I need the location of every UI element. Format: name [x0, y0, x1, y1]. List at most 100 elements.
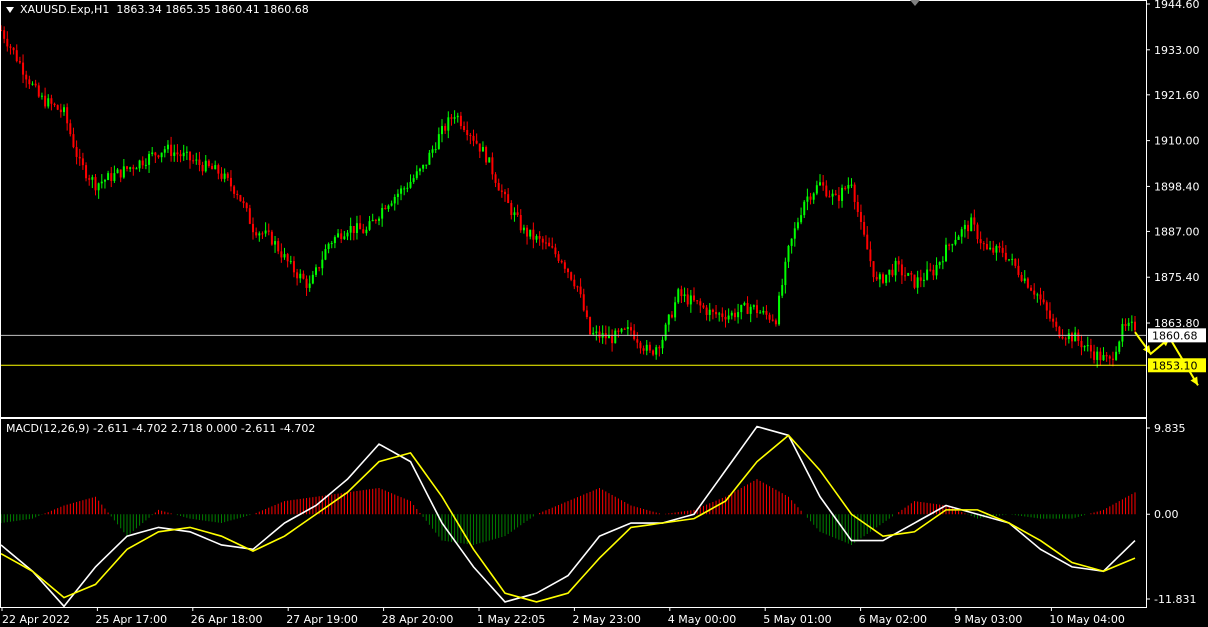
- candle-body: [551, 246, 554, 248]
- candle-body: [579, 286, 582, 295]
- candle-body: [481, 147, 484, 152]
- candle-body: [822, 182, 825, 186]
- candle-body: [412, 178, 415, 182]
- candle-body: [15, 50, 18, 62]
- candle-body: [396, 193, 399, 197]
- candle-body: [406, 187, 409, 189]
- candle-body: [929, 269, 932, 271]
- candle-body: [478, 143, 481, 152]
- candle-body: [469, 135, 472, 137]
- candle-body: [1127, 322, 1130, 327]
- candle-body: [557, 254, 560, 261]
- candle-body: [1111, 358, 1114, 360]
- candle-body: [967, 224, 970, 232]
- candle-body: [378, 218, 380, 221]
- candle-body: [163, 149, 166, 153]
- candle-body: [1099, 351, 1102, 361]
- candle-body: [885, 274, 888, 283]
- candle-body: [229, 177, 232, 187]
- symbol-dropdown-icon[interactable]: [6, 7, 14, 13]
- candle-body: [1130, 321, 1133, 323]
- price-tick-label: 1898.40: [1154, 180, 1200, 193]
- candle-body: [431, 149, 434, 153]
- candle-body: [1026, 278, 1029, 288]
- candle-body: [302, 273, 305, 279]
- candle-body: [800, 215, 803, 223]
- candle-body: [179, 154, 182, 157]
- candle-body: [34, 83, 37, 86]
- candle-body: [330, 243, 333, 245]
- price-tick-label: 1887.00: [1154, 225, 1200, 238]
- candle-body: [576, 286, 579, 288]
- candle-body: [113, 173, 116, 182]
- candle-body: [198, 159, 201, 166]
- candle-body: [94, 177, 97, 191]
- candle-body: [636, 339, 639, 343]
- candle-body: [437, 134, 440, 150]
- candle-body: [844, 187, 847, 189]
- candle-body: [349, 225, 352, 233]
- candle-body: [1089, 345, 1092, 352]
- candle-body: [711, 309, 714, 312]
- candle-body: [954, 239, 957, 245]
- candle-body: [69, 123, 72, 135]
- candle-body: [642, 348, 645, 351]
- candle-body: [22, 62, 25, 75]
- candle-body: [1045, 302, 1048, 311]
- candle-body: [18, 61, 21, 63]
- candle-body: [185, 151, 188, 153]
- candle-body: [790, 238, 793, 246]
- candle-body: [837, 195, 840, 201]
- candle-body: [141, 160, 144, 166]
- candle-body: [614, 330, 617, 344]
- candle-body: [544, 242, 547, 244]
- candle-body: [1023, 278, 1026, 281]
- candle-body: [390, 203, 393, 206]
- candle-body: [831, 193, 834, 197]
- candle-body: [598, 331, 601, 338]
- candle-body: [828, 196, 831, 198]
- candle-body: [311, 274, 314, 284]
- candle-body: [1039, 294, 1042, 300]
- candle-body: [299, 273, 302, 279]
- candle-body: [995, 246, 998, 253]
- chart-canvas[interactable]: 1944.60 1933.00 1921.60 1910.00 1898.40 1887.…: [0, 0, 1208, 627]
- price-tick-label: 1944.60: [1154, 0, 1200, 11]
- candle-body: [100, 181, 103, 184]
- candle-body: [749, 306, 752, 314]
- candle-body: [582, 294, 585, 311]
- candle-body: [28, 79, 31, 85]
- candle-body: [355, 223, 358, 233]
- candle-body: [554, 247, 557, 255]
- candle-body: [674, 302, 677, 318]
- candle-body: [255, 232, 258, 236]
- candle-body: [374, 219, 377, 221]
- time-tick-label: 5 May 01:00: [763, 613, 831, 626]
- candle-body: [661, 339, 664, 349]
- candle-body: [982, 243, 985, 245]
- candle-body: [409, 181, 412, 188]
- candle-body: [595, 331, 598, 333]
- candle-body: [743, 303, 746, 305]
- candle-body: [1096, 351, 1099, 360]
- candle-body: [154, 152, 157, 156]
- candle-body: [1001, 247, 1004, 253]
- candle-body: [494, 174, 497, 183]
- candle-body: [989, 247, 992, 250]
- candle-body: [620, 328, 623, 332]
- candle-body: [891, 269, 894, 276]
- candle-body: [267, 230, 270, 232]
- candle-body: [277, 241, 280, 252]
- candle-body: [529, 229, 532, 237]
- candle-body: [122, 166, 125, 178]
- candle-body: [589, 317, 592, 335]
- candle-body: [59, 109, 62, 113]
- candle-body: [664, 324, 667, 340]
- candle-body: [148, 153, 151, 165]
- candle-body: [422, 165, 425, 169]
- candle-body: [945, 244, 947, 262]
- candle-body: [63, 107, 65, 113]
- candle-body: [217, 165, 220, 174]
- price-tick-label: 1875.40: [1154, 271, 1200, 284]
- candle-body: [289, 261, 292, 263]
